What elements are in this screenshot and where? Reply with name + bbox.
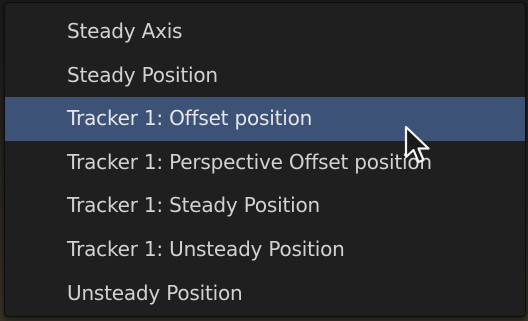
menu-item-tracker1-unsteady-position[interactable]: Tracker 1: Unsteady Position	[5, 228, 525, 272]
menu-item-unsteady-position[interactable]: Unsteady Position	[5, 272, 525, 316]
menu-list: Steady Axis Steady Position Tracker 1: O…	[5, 3, 525, 315]
menu-item-steady-axis[interactable]: Steady Axis	[5, 10, 525, 54]
menu-item-steady-position[interactable]: Steady Position	[5, 54, 525, 98]
dropdown-menu: Steady Axis Steady Position Tracker 1: O…	[4, 2, 526, 317]
menu-item-tracker1-perspective-offset-position[interactable]: Tracker 1: Perspective Offset position	[5, 141, 525, 185]
menu-item-tracker1-offset-position[interactable]: Tracker 1: Offset position	[5, 97, 525, 141]
menu-item-tracker1-steady-position[interactable]: Tracker 1: Steady Position	[5, 184, 525, 228]
